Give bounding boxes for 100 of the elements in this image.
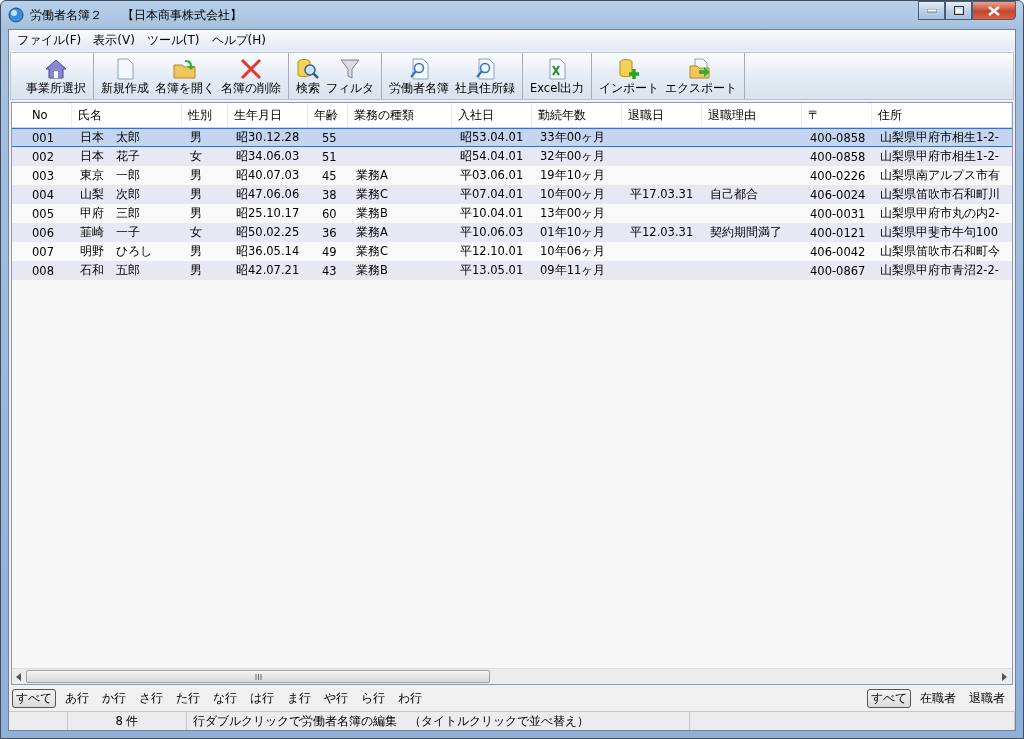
table-cell-text: 002 — [31, 148, 55, 165]
table-row[interactable]: 004 山梨 次郎 男 昭47.06.06 38 業務C 平07.04.01 10年00ヶ月 平17.03.31 自己都合 406-0024 山梨県笛吹市石和町川 — [12, 185, 1012, 204]
table-cell-text: 昭47.06.06 — [235, 186, 301, 203]
table-cell-text: 女 — [189, 224, 203, 241]
filter-tab[interactable]: すべて — [867, 688, 911, 708]
filter-tab[interactable]: か行 — [98, 688, 130, 708]
table-cell-text: 昭42.07.21 — [235, 262, 301, 279]
filter-tab[interactable]: や行 — [320, 688, 352, 708]
document-search-icon — [473, 58, 497, 80]
table-cell-text: 業務C — [355, 243, 390, 260]
table-cell-text: 49 — [321, 243, 338, 260]
table-cell-text: 昭50.02.25 — [235, 224, 301, 241]
filter-tab[interactable]: わ行 — [394, 688, 426, 708]
menu-item[interactable]: ファイル(F) — [11, 32, 88, 49]
column-header[interactable]: 退職理由 — [702, 103, 802, 127]
column-header[interactable]: 退職日 — [622, 103, 702, 127]
menu-item[interactable]: 表示(V) — [87, 32, 141, 49]
filter-tab[interactable]: すべて — [12, 688, 56, 708]
table-cell-text: 10年00ヶ月 — [539, 186, 607, 203]
table-cell-text: 09年11ヶ月 — [539, 262, 607, 279]
table-cell-text: 平17.03.31 — [629, 186, 695, 203]
table-cell-text: 005 — [31, 205, 55, 222]
filter-tab[interactable]: ま行 — [283, 688, 315, 708]
table-cell-text: 自己都合 — [709, 186, 759, 203]
filter-tab[interactable]: 在職者 — [916, 688, 960, 708]
toolbar-button[interactable]: 事業所選択 — [23, 53, 89, 99]
column-header[interactable]: 勤続年数 — [532, 103, 622, 127]
table-cell-text: 400-0121 — [809, 224, 867, 241]
table-cell-text: 33年00ヶ月 — [539, 129, 607, 146]
table-cell-text: 004 — [31, 186, 55, 203]
table-cell-text: 女 — [189, 148, 203, 165]
toolbar-button[interactable]: 社員住所録 — [452, 53, 518, 99]
table-cell-text: 平10.04.01 — [459, 205, 525, 222]
table-cell-text: 平13.05.01 — [459, 262, 525, 279]
scroll-left-icon[interactable] — [16, 672, 22, 681]
filter-tab[interactable]: た行 — [172, 688, 204, 708]
table-cell-text: 昭25.10.17 — [235, 205, 301, 222]
menu-item[interactable]: ツール(T) — [140, 32, 206, 49]
table-cell-text: 406-0024 — [809, 186, 867, 203]
table-cell-text: 001 — [31, 129, 55, 146]
filter-tab[interactable]: な行 — [209, 688, 241, 708]
table-row[interactable]: 008 石和 五郎 男 昭42.07.21 43 業務B 平13.05.01 09年11ヶ月 400-0867 山梨県甲府市青沼2-2- — [12, 261, 1012, 280]
filter-tab[interactable]: ら行 — [357, 688, 389, 708]
table-cell-text: 男 — [189, 129, 203, 146]
table-cell-text: 36 — [321, 224, 338, 241]
column-header[interactable]: 住所 — [872, 103, 1012, 127]
toolbar-button[interactable]: 労働者名簿 — [386, 53, 452, 99]
toolbar-button[interactable]: インポート — [596, 53, 663, 99]
table-cell-text: 山梨県笛吹市石和町今 — [879, 243, 1001, 260]
column-header[interactable]: 性別 — [182, 103, 228, 127]
table-cell-text: 男 — [189, 186, 203, 203]
table-cell-text: 明野 ひろし — [79, 243, 153, 260]
toolbar-button[interactable]: 名簿を開く — [152, 53, 218, 99]
filter-tab[interactable]: あ行 — [61, 688, 93, 708]
table-cell-text: 60 — [321, 205, 338, 222]
close-button[interactable] — [972, 1, 1016, 20]
folder-arrow-icon — [173, 58, 197, 80]
table-cell-text: 山梨県甲府市相生1-2- — [879, 148, 1000, 165]
table-cell-text: 山梨 次郎 — [79, 186, 141, 203]
app-globe-icon — [8, 7, 24, 23]
menu-item[interactable]: ヘルプ(H) — [205, 32, 272, 49]
table-cell-text: 43 — [321, 262, 338, 279]
scroll-right-icon[interactable] — [1002, 672, 1008, 681]
column-header[interactable]: 生年月日 — [228, 103, 308, 127]
table-row[interactable]: 001 日本 太郎 男 昭30.12.28 55 昭53.04.01 33年00ヶ月 400-0858 山梨県甲府市相生1-2- — [12, 128, 1012, 147]
toolbar-button[interactable]: フィルタ — [323, 53, 377, 99]
toolbar-button[interactable]: 新規作成 — [98, 53, 152, 99]
table-cell-text: 昭36.05.14 — [235, 243, 301, 260]
table-cell-text: 平12.03.31 — [629, 224, 695, 241]
minimize-button[interactable] — [918, 1, 945, 20]
filter-tab[interactable]: さ行 — [135, 688, 167, 708]
table-cell-text: 平12.10.01 — [459, 243, 525, 260]
scrollbar-thumb[interactable] — [26, 670, 490, 683]
filter-tab[interactable]: は行 — [246, 688, 278, 708]
maximize-button[interactable] — [945, 1, 972, 20]
table-cell-text: 38 — [321, 186, 338, 203]
toolbar-button[interactable]: エクスポート — [662, 53, 741, 99]
filter-tab[interactable]: 退職者 — [965, 688, 1009, 708]
table-cell-text: 昭34.06.03 — [235, 148, 301, 165]
table-cell-text: 平07.04.01 — [459, 186, 525, 203]
table-cell-text: 平10.06.03 — [459, 224, 525, 241]
column-header[interactable]: 〒 — [802, 103, 872, 127]
column-header[interactable]: 業務の種類 — [348, 103, 452, 127]
toolbar-button[interactable]: 名簿の削除 — [218, 53, 284, 99]
table-cell-text: 400-0858 — [809, 129, 867, 146]
column-header[interactable]: 氏名 — [72, 103, 182, 127]
toolbar-button[interactable]: 検索 — [293, 53, 323, 99]
column-header[interactable]: No — [12, 103, 72, 127]
table-cell-text: 山梨県笛吹市石和町川 — [879, 186, 1001, 203]
table-row[interactable]: 006 韮崎 一子 女 昭50.02.25 36 業務A 平10.06.03 01年10ヶ月 平12.03.31 契約期間満了 400-0121 山梨県甲斐市牛句100 — [12, 223, 1012, 242]
toolbar-button[interactable]: Excel出力 — [527, 53, 588, 99]
column-header[interactable]: 入社日 — [452, 103, 532, 127]
column-header[interactable]: 年齢 — [308, 103, 348, 127]
funnel-icon — [338, 58, 362, 80]
table-cell-text: 山梨県甲府市相生1-2- — [879, 129, 1000, 146]
table-cell-text: 13年00ヶ月 — [539, 205, 607, 222]
table-cell-text: 山梨県甲斐市牛句100 — [879, 224, 999, 241]
table-cell-text: 昭53.04.01 — [459, 129, 525, 146]
table-row[interactable]: 002 日本 花子 女 昭34.06.03 51 昭54.04.01 32年00ヶ月 400-0858 山梨県甲府市相生1-2- — [12, 147, 1012, 166]
minimize-icon — [926, 8, 937, 13]
